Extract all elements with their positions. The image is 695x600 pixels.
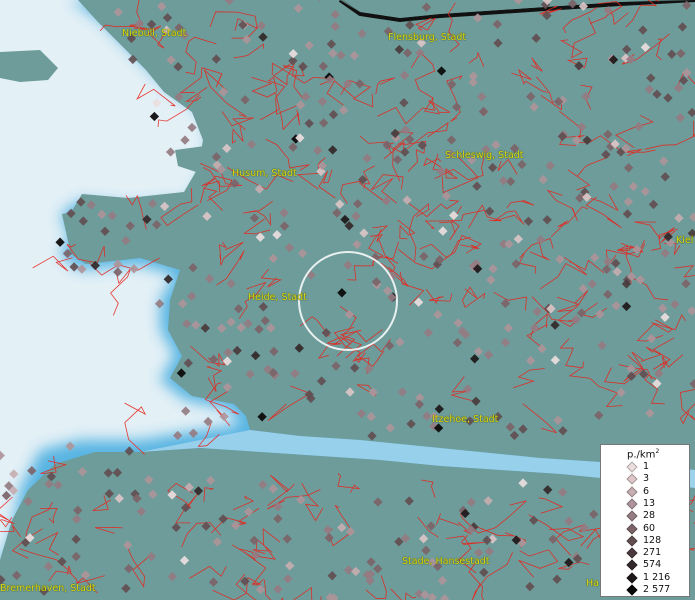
legend-label: 6 — [643, 485, 650, 497]
legend-label: 28 — [643, 510, 656, 522]
legend-row: 28 — [625, 510, 685, 522]
city-label-flensburg[interactable]: Flensburg, Stadt — [388, 33, 466, 43]
legend-swatch — [626, 510, 638, 522]
legend-swatch — [626, 535, 638, 547]
map-svg[interactable] — [0, 0, 695, 600]
city-label-itzehoe[interactable]: Itzehoe, Stadt — [432, 415, 498, 425]
legend-swatch — [626, 498, 638, 510]
city-label-heide[interactable]: Heide, Stadt — [248, 293, 307, 303]
legend-swatch — [626, 547, 638, 559]
city-label-hamburg[interactable]: Ha — [586, 579, 599, 589]
legend-swatch — [626, 572, 638, 584]
legend-swatch — [626, 584, 638, 596]
legend-swatch — [626, 485, 638, 498]
legend-label: 3 — [643, 473, 650, 485]
legend-swatch — [626, 522, 638, 535]
city-label-husum[interactable]: Husum, Stadt — [232, 169, 297, 179]
density-legend: p./km2 1 3 6 13 28 60 128 271 574 1 216 2 577 — [600, 444, 690, 597]
city-label-kiel[interactable]: Kiel — [676, 236, 693, 246]
legend-row: 6 — [625, 485, 685, 498]
legend-swatch — [626, 461, 638, 473]
legend-row: 3 — [625, 473, 685, 485]
legend-label: 2 577 — [643, 584, 671, 595]
legend-title: p./km2 — [627, 448, 660, 461]
legend-row: 13 — [625, 497, 685, 510]
legend-swatch — [626, 559, 638, 572]
city-label-niebull[interactable]: Niebüll, Stadt — [122, 29, 186, 39]
legend-label: 128 — [643, 534, 662, 546]
map-canvas[interactable]: Niebüll, Stadt Flensburg, Stadt Schleswi… — [0, 0, 695, 600]
legend-swatch — [626, 473, 638, 485]
legend-row: 1 — [625, 461, 685, 473]
legend-label: 271 — [643, 547, 662, 559]
legend-row: 60 — [625, 522, 685, 535]
legend-label: 13 — [643, 497, 656, 509]
legend-row: 271 — [625, 547, 685, 559]
legend-label: 60 — [643, 522, 656, 534]
city-label-stade[interactable]: Stade, Hansestadt — [402, 557, 490, 567]
legend-label: 574 — [643, 559, 662, 571]
legend-label: 1 — [643, 461, 650, 472]
legend-row: 2 577 — [625, 584, 685, 596]
legend-row: 574 — [625, 559, 685, 572]
legend-label: 1 216 — [643, 571, 671, 583]
legend-row: 128 — [625, 534, 685, 547]
city-label-schleswig[interactable]: Schleswig, Stadt — [445, 151, 524, 161]
legend-row: 1 216 — [625, 571, 685, 584]
city-label-bremerhaven[interactable]: Bremerhaven, Stadt — [0, 584, 96, 594]
